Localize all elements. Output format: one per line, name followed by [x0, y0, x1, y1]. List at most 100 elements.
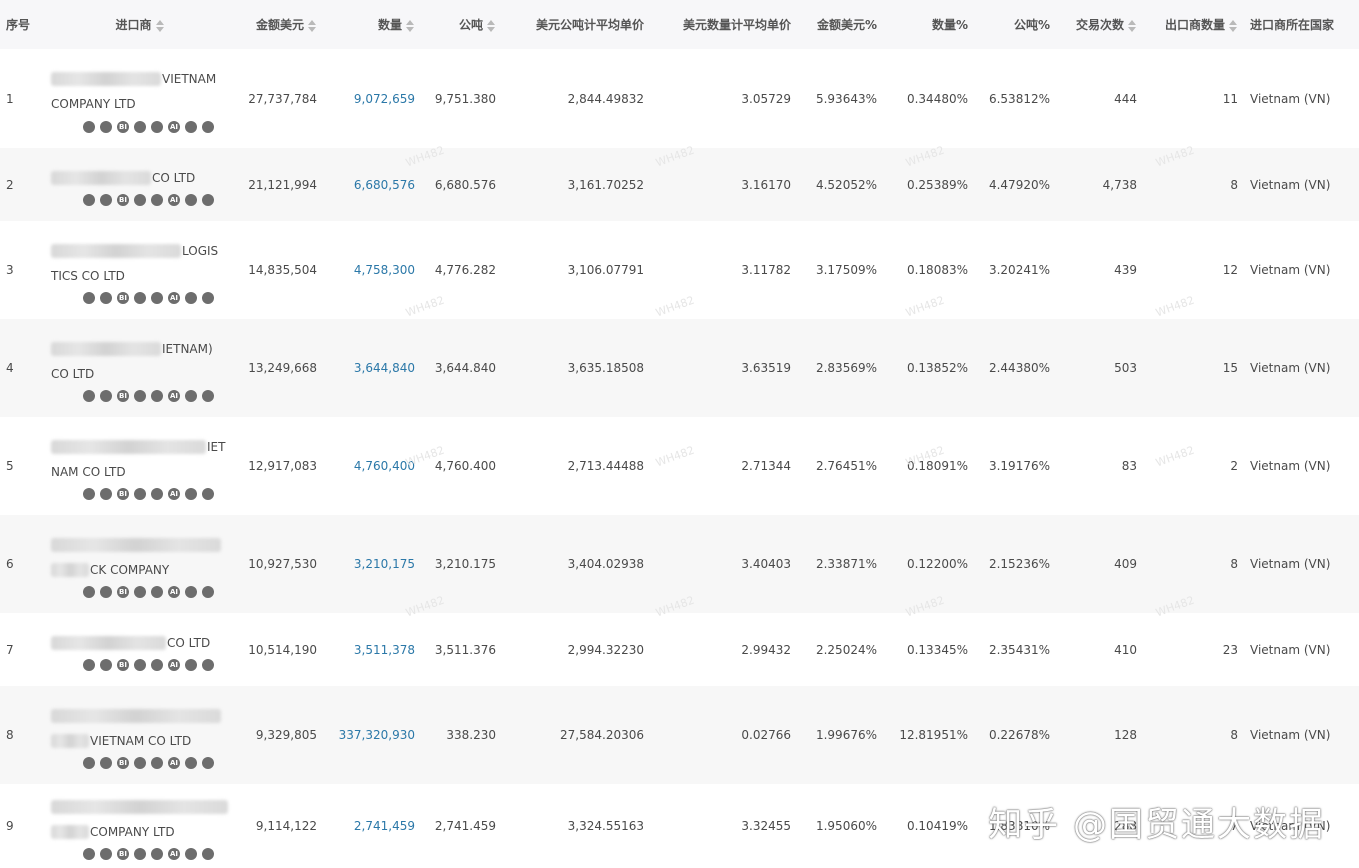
quantity-link[interactable]: 2,741,459: [323, 784, 421, 868]
gear-icon[interactable]: [100, 659, 112, 671]
gear-icon[interactable]: [100, 194, 112, 206]
bi-icon[interactable]: BI: [117, 120, 129, 133]
sort-icon[interactable]: [405, 19, 415, 32]
globe-icon[interactable]: [151, 659, 163, 671]
col-quantity[interactable]: 数量: [323, 0, 421, 49]
ai-icon[interactable]: AI: [168, 292, 180, 304]
table-row[interactable]: 2 CO LTD BI AI 21,121,994 6,680,576 6,680…: [0, 148, 1359, 221]
gear-icon[interactable]: [100, 488, 112, 500]
globe-icon[interactable]: [151, 757, 163, 769]
globe-icon[interactable]: [151, 390, 163, 402]
people-icon[interactable]: [185, 120, 197, 133]
bi-icon[interactable]: BI: [117, 659, 129, 671]
importer-cell[interactable]: CO LTD BI AI: [45, 613, 235, 686]
table-row[interactable]: 1 VIETNAM COMPANY LTD BI AI 27,737,784 9,…: [0, 49, 1359, 148]
circle-icon[interactable]: [134, 488, 146, 500]
ai-icon[interactable]: AI: [168, 488, 180, 500]
people-icon[interactable]: [185, 488, 197, 500]
col-exporters[interactable]: 出口商数量: [1143, 0, 1244, 49]
grid-icon[interactable]: [202, 848, 214, 860]
globe-icon[interactable]: [151, 194, 163, 206]
circle-icon[interactable]: [134, 659, 146, 671]
people-icon[interactable]: [185, 194, 197, 206]
globe-icon[interactable]: [151, 488, 163, 500]
bi-icon[interactable]: BI: [117, 390, 129, 402]
quantity-link[interactable]: 4,760,400: [323, 417, 421, 515]
bi-icon[interactable]: BI: [117, 292, 129, 304]
quantity-link[interactable]: 4,758,300: [323, 221, 421, 319]
importer-cell[interactable]: CK COMPANY BI AI: [45, 515, 235, 613]
ai-icon[interactable]: AI: [168, 659, 180, 671]
target-icon[interactable]: [83, 659, 95, 671]
circle-icon[interactable]: [134, 120, 146, 133]
bi-icon[interactable]: BI: [117, 488, 129, 500]
gear-icon[interactable]: [100, 586, 112, 598]
circle-icon[interactable]: [134, 390, 146, 402]
grid-icon[interactable]: [202, 194, 214, 206]
table-row[interactable]: 4 IETNAM) CO LTD BI AI 13,249,668 3,644,8…: [0, 319, 1359, 417]
grid-icon[interactable]: [202, 120, 214, 133]
sort-icon[interactable]: [486, 19, 496, 32]
ai-icon[interactable]: AI: [168, 194, 180, 206]
sort-icon[interactable]: [1127, 19, 1137, 32]
col-importer[interactable]: 进口商: [45, 0, 235, 49]
table-row[interactable]: 8 VIETNAM CO LTD BI AI 9,329,805 337,320,…: [0, 686, 1359, 784]
ai-icon[interactable]: AI: [168, 390, 180, 402]
people-icon[interactable]: [185, 586, 197, 598]
circle-icon[interactable]: [134, 194, 146, 206]
people-icon[interactable]: [185, 757, 197, 769]
people-icon[interactable]: [185, 292, 197, 304]
grid-icon[interactable]: [202, 757, 214, 769]
table-row[interactable]: 7 CO LTD BI AI 10,514,190 3,511,378 3,511…: [0, 613, 1359, 686]
grid-icon[interactable]: [202, 488, 214, 500]
table-row[interactable]: 6 CK COMPANY BI AI 10,927,530 3,210,175 3…: [0, 515, 1359, 613]
target-icon[interactable]: [83, 586, 95, 598]
importer-cell[interactable]: VIETNAM CO LTD BI AI: [45, 686, 235, 784]
bi-icon[interactable]: BI: [117, 757, 129, 769]
ai-icon[interactable]: AI: [168, 120, 180, 133]
quantity-link[interactable]: 3,511,378: [323, 613, 421, 686]
people-icon[interactable]: [185, 848, 197, 860]
target-icon[interactable]: [83, 488, 95, 500]
circle-icon[interactable]: [134, 586, 146, 598]
ai-icon[interactable]: AI: [168, 586, 180, 598]
gear-icon[interactable]: [100, 292, 112, 304]
importer-cell[interactable]: LOGIS TICS CO LTD BI AI: [45, 221, 235, 319]
gear-icon[interactable]: [100, 120, 112, 133]
grid-icon[interactable]: [202, 390, 214, 402]
target-icon[interactable]: [83, 757, 95, 769]
globe-icon[interactable]: [151, 292, 163, 304]
gear-icon[interactable]: [100, 848, 112, 860]
circle-icon[interactable]: [134, 757, 146, 769]
quantity-link[interactable]: 3,210,175: [323, 515, 421, 613]
col-trades[interactable]: 交易次数: [1056, 0, 1143, 49]
target-icon[interactable]: [83, 194, 95, 206]
target-icon[interactable]: [83, 292, 95, 304]
sort-icon[interactable]: [155, 19, 165, 32]
col-amount-usd[interactable]: 金额美元: [235, 0, 323, 49]
col-tons[interactable]: 公吨: [421, 0, 502, 49]
ai-icon[interactable]: AI: [168, 848, 180, 860]
table-row[interactable]: 3 LOGIS TICS CO LTD BI AI 14,835,504 4,75…: [0, 221, 1359, 319]
quantity-link[interactable]: 9,072,659: [323, 49, 421, 148]
importer-cell[interactable]: VIETNAM COMPANY LTD BI AI: [45, 49, 235, 148]
grid-icon[interactable]: [202, 659, 214, 671]
grid-icon[interactable]: [202, 586, 214, 598]
grid-icon[interactable]: [202, 292, 214, 304]
gear-icon[interactable]: [100, 390, 112, 402]
target-icon[interactable]: [83, 120, 95, 133]
importer-cell[interactable]: IET NAM CO LTD BI AI: [45, 417, 235, 515]
table-row[interactable]: 5 IET NAM CO LTD BI AI 12,917,083 4,760,4…: [0, 417, 1359, 515]
importer-cell[interactable]: COMPANY LTD BI AI: [45, 784, 235, 868]
bi-icon[interactable]: BI: [117, 194, 129, 206]
globe-icon[interactable]: [151, 120, 163, 133]
globe-icon[interactable]: [151, 586, 163, 598]
importer-cell[interactable]: IETNAM) CO LTD BI AI: [45, 319, 235, 417]
gear-icon[interactable]: [100, 757, 112, 769]
sort-icon[interactable]: [307, 19, 317, 32]
circle-icon[interactable]: [134, 292, 146, 304]
quantity-link[interactable]: 337,320,930: [323, 686, 421, 784]
quantity-link[interactable]: 3,644,840: [323, 319, 421, 417]
people-icon[interactable]: [185, 390, 197, 402]
circle-icon[interactable]: [134, 848, 146, 860]
